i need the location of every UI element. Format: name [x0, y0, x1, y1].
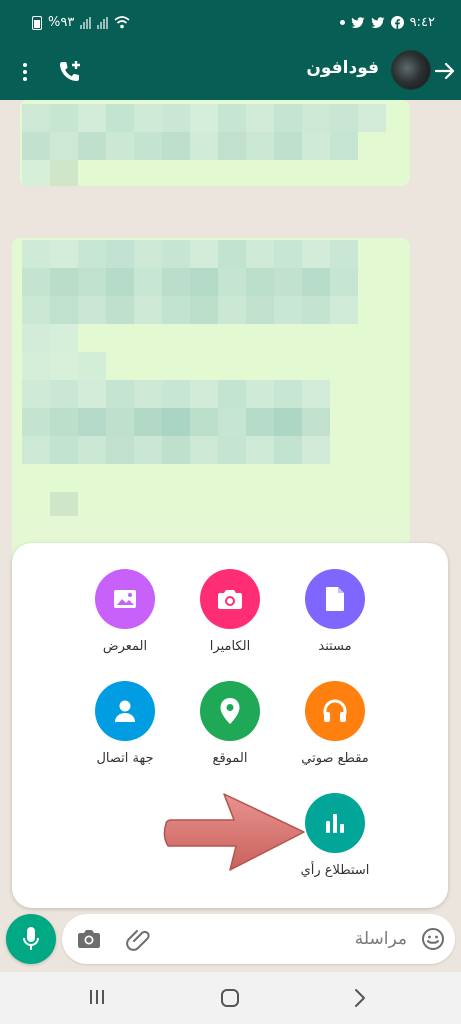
emoji-icon[interactable]	[421, 927, 445, 951]
paperclip-icon[interactable]	[126, 926, 152, 952]
status-bar: %٩٣ ٩:٤٢	[0, 0, 461, 44]
annotation-arrow-icon	[163, 793, 305, 871]
attach-label: المعرض	[102, 639, 148, 654]
status-right: ٩:٤٢	[339, 15, 435, 30]
attach-contact-button[interactable]: جهة اتصال	[70, 681, 180, 766]
attach-audio-button[interactable]: مقطع صوتي	[280, 681, 390, 766]
avatar[interactable]	[391, 50, 431, 90]
attach-camera-button[interactable]: الكاميرا	[175, 569, 285, 654]
signal-icon	[97, 16, 109, 29]
poll-icon	[305, 793, 365, 853]
attach-label: الكاميرا	[209, 639, 251, 654]
attach-document-button[interactable]: مستند	[280, 569, 390, 654]
message-bubble[interactable]	[20, 100, 410, 186]
attach-gallery-button[interactable]: المعرض	[70, 569, 180, 654]
camera-icon[interactable]	[76, 927, 102, 951]
recent-apps-icon[interactable]	[90, 990, 104, 1004]
attach-location-button[interactable]: الموقع	[175, 681, 285, 766]
contact-person-icon	[95, 681, 155, 741]
attach-label: جهة اتصال	[96, 751, 154, 766]
attach-label: مقطع صوتي	[301, 751, 369, 766]
notification-dot-icon	[339, 20, 345, 25]
attach-label: استطلاع رأي	[300, 863, 370, 878]
microphone-icon	[23, 927, 39, 950]
message-input[interactable]	[207, 924, 407, 954]
add-call-icon[interactable]	[56, 58, 84, 86]
status-time: ٩:٤٢	[409, 15, 435, 30]
mic-button[interactable]	[6, 914, 56, 964]
message-input-box	[62, 914, 455, 964]
home-icon[interactable]	[221, 989, 239, 1007]
more-options-icon[interactable]	[14, 58, 36, 86]
system-nav-bar	[0, 972, 461, 1024]
wifi-icon	[114, 16, 130, 29]
attach-label: الموقع	[212, 751, 248, 766]
document-icon	[305, 569, 365, 629]
contact-name[interactable]: فودافون	[306, 58, 379, 78]
battery-icon	[32, 15, 42, 30]
message-bubble[interactable]	[12, 238, 410, 538]
twitter-icon	[350, 16, 365, 28]
twitter-icon	[370, 16, 385, 28]
chat-header: فودافون	[0, 44, 461, 100]
gallery-icon	[95, 569, 155, 629]
location-pin-icon	[200, 681, 260, 741]
battery-level: %٩٣	[48, 15, 75, 30]
facebook-icon	[390, 16, 404, 29]
signal-icon	[80, 16, 92, 29]
headphones-icon	[305, 681, 365, 741]
camera-icon	[200, 569, 260, 629]
status-left: %٩٣	[32, 15, 130, 30]
attach-label: مستند	[318, 639, 352, 654]
back-arrow-icon[interactable]	[434, 60, 456, 82]
back-icon[interactable]	[352, 988, 368, 1008]
